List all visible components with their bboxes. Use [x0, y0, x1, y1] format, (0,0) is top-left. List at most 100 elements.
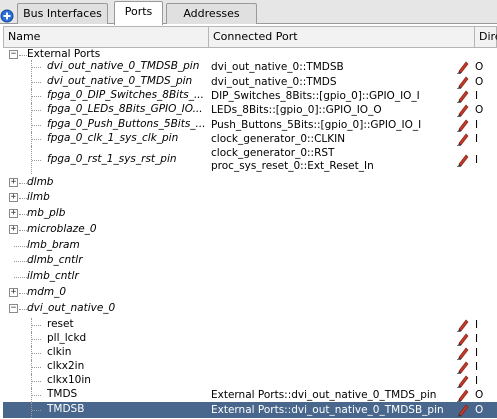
table-row[interactable]: clkin I — [3, 346, 497, 360]
direction-cell[interactable]: O — [473, 402, 497, 418]
tab-bus-interfaces[interactable]: Bus Interfaces — [17, 3, 108, 24]
connected-port-cell[interactable] — [211, 254, 459, 268]
connected-port-cell[interactable] — [211, 176, 459, 190]
expand-icon[interactable]: + — [9, 178, 18, 187]
direction-cell[interactable] — [473, 302, 497, 316]
edit-pencil-icon[interactable] — [456, 132, 470, 146]
connected-port-cell[interactable] — [211, 223, 459, 237]
direction-cell[interactable]: I — [473, 146, 497, 174]
edit-pencil-icon[interactable] — [456, 60, 470, 74]
direction-cell[interactable]: O — [473, 103, 497, 117]
connected-port-cell[interactable] — [211, 207, 459, 221]
direction-cell[interactable]: O — [473, 75, 497, 89]
expand-icon[interactable]: + — [9, 288, 18, 297]
table-row[interactable]: reset I — [3, 318, 497, 332]
connected-port-cell[interactable] — [211, 374, 459, 388]
connected-port-cell[interactable] — [211, 239, 459, 253]
table-row[interactable]: fpga_0_LEDs_8Bits_GPIO_IO... LEDs_8Bits::… — [3, 103, 497, 117]
direction-cell[interactable]: I — [473, 132, 497, 146]
edit-pencil-icon[interactable] — [456, 89, 470, 103]
connected-port-cell[interactable]: DIP_Switches_8Bits::[gpio_0]::GPIO_IO_I — [211, 89, 459, 103]
collapse-icon[interactable]: − — [9, 50, 18, 59]
expand-icon[interactable]: + — [9, 193, 18, 202]
edit-pencil-icon[interactable] — [456, 318, 470, 332]
direction-cell[interactable]: I — [473, 360, 497, 374]
connected-port-cell[interactable] — [211, 346, 459, 360]
edit-pencil-icon[interactable] — [456, 360, 470, 374]
edit-pencil-icon[interactable] — [456, 153, 470, 167]
direction-cell[interactable] — [473, 239, 497, 253]
column-header-name[interactable]: Name — [4, 27, 209, 47]
direction-cell[interactable]: I — [473, 332, 497, 346]
table-row[interactable]: clkx10in I — [3, 374, 497, 388]
name-cell: + microblaze_0 — [3, 223, 207, 237]
connected-port-cell[interactable] — [211, 270, 459, 284]
table-row[interactable]: − dvi_out_native_0 — [3, 302, 497, 316]
direction-cell[interactable] — [473, 270, 497, 284]
edit-pencil-icon[interactable] — [456, 403, 470, 417]
connected-port-cell[interactable] — [211, 318, 459, 332]
column-header-connected-port[interactable]: Connected Port — [209, 27, 475, 47]
table-row[interactable]: + microblaze_0 — [3, 223, 497, 237]
edit-pencil-icon[interactable] — [456, 346, 470, 360]
table-row[interactable]: + mdm_0 — [3, 286, 497, 300]
direction-cell[interactable] — [473, 176, 497, 190]
table-row[interactable]: fpga_0_rst_1_sys_rst_pin clock_generator_… — [3, 146, 497, 174]
connected-port-cell[interactable] — [211, 332, 459, 346]
table-row[interactable]: ilmb_cntlr — [3, 270, 497, 284]
edit-pencil-icon[interactable] — [456, 388, 470, 402]
direction-cell[interactable]: O — [473, 388, 497, 402]
connected-port-cell[interactable]: clock_generator_0::RST proc_sys_reset_0::… — [211, 146, 459, 174]
table-row[interactable]: TMDSB External Ports::dvi_out_native_0_TM… — [3, 402, 497, 418]
connected-port-cell[interactable]: Push_Buttons_5Bits::[gpio_0]::GPIO_IO_I — [211, 118, 459, 132]
direction-cell[interactable] — [473, 286, 497, 300]
connected-port-cell[interactable] — [211, 302, 459, 316]
expand-icon[interactable]: + — [9, 225, 18, 234]
table-row[interactable]: dvi_out_native_0_TMDS_pin dvi_out_native_… — [3, 75, 497, 89]
connected-port-cell[interactable]: dvi_out_native_0::TMDSB — [211, 60, 459, 74]
table-row[interactable]: lmb_bram — [3, 239, 497, 253]
table-row[interactable]: + ilmb — [3, 191, 497, 205]
connected-port-cell[interactable]: LEDs_8Bits::[gpio_0]::GPIO_IO_O — [211, 103, 459, 117]
connected-port-cell[interactable] — [211, 286, 459, 300]
port-name: clkx2in — [47, 360, 85, 372]
collapse-icon[interactable]: − — [9, 304, 18, 313]
direction-cell[interactable] — [473, 191, 497, 205]
table-row[interactable]: fpga_0_Push_Buttons_5Bits_... Push_Button… — [3, 118, 497, 132]
column-header-direction[interactable]: Dire — [475, 27, 497, 47]
direction-cell[interactable]: I — [473, 318, 497, 332]
tab-addresses[interactable]: Addresses — [166, 3, 257, 24]
table-row[interactable]: dlmb_cntlr — [3, 254, 497, 268]
connected-port-cell[interactable]: dvi_out_native_0::TMDS — [211, 75, 459, 89]
edit-pencil-icon[interactable] — [456, 103, 470, 117]
connected-port-cell[interactable]: External Ports::dvi_out_native_0_TMDS_pi… — [211, 388, 459, 402]
tab-ports[interactable]: Ports — [114, 1, 163, 25]
edit-pencil-icon[interactable] — [456, 75, 470, 89]
connected-port-cell[interactable]: clock_generator_0::CLKIN — [211, 132, 459, 146]
add-port-icon[interactable] — [0, 9, 14, 23]
table-row[interactable]: pll_lckd I — [3, 332, 497, 346]
connected-port-cell[interactable] — [211, 360, 459, 374]
table-row[interactable]: + mb_plb — [3, 207, 497, 221]
direction-cell[interactable]: O — [473, 60, 497, 74]
edit-pencil-icon[interactable] — [456, 332, 470, 346]
table-row[interactable]: fpga_0_clk_1_sys_clk_pin clock_generator_… — [3, 132, 497, 146]
direction-cell[interactable]: I — [473, 89, 497, 103]
table-row[interactable]: dvi_out_native_0_TMDSB_pin dvi_out_native… — [3, 60, 497, 74]
table-row[interactable]: fpga_0_DIP_Switches_8Bits_... DIP_Switche… — [3, 89, 497, 103]
table-row[interactable]: clkx2in I — [3, 360, 497, 374]
expand-icon[interactable]: + — [9, 209, 18, 218]
direction-cell[interactable]: I — [473, 118, 497, 132]
direction-cell[interactable] — [473, 207, 497, 221]
direction-cell[interactable] — [473, 254, 497, 268]
direction-cell[interactable]: I — [473, 374, 497, 388]
table-row[interactable]: + dlmb — [3, 176, 497, 190]
connected-port-cell[interactable] — [211, 191, 459, 205]
connected-port-cell[interactable]: External Ports::dvi_out_native_0_TMDSB_p… — [211, 402, 459, 418]
edit-pencil-icon[interactable] — [456, 118, 470, 132]
direction-value: I — [475, 361, 479, 373]
edit-pencil-icon[interactable] — [456, 374, 470, 388]
table-row[interactable]: TMDS External Ports::dvi_out_native_0_TMD… — [3, 388, 497, 402]
direction-cell[interactable] — [473, 223, 497, 237]
direction-cell[interactable]: I — [473, 346, 497, 360]
